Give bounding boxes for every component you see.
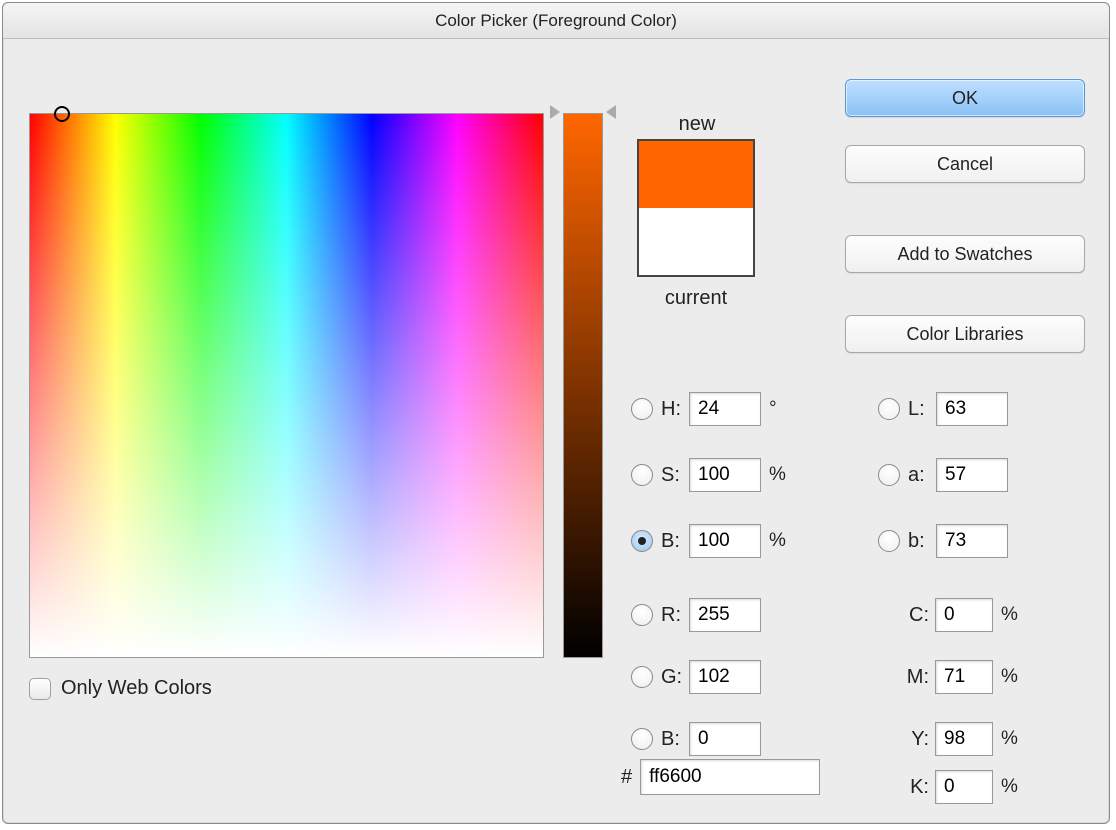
hue-unit: ° — [769, 398, 777, 420]
color-picker-dialog: Color Picker (Foreground Color) new curr… — [2, 2, 1110, 824]
only-web-colors-checkbox[interactable] — [29, 678, 51, 700]
black-input[interactable]: 0 — [935, 770, 993, 804]
hue-label: H: — [661, 398, 689, 421]
lab-l-radio[interactable] — [878, 398, 900, 420]
lab-a-radio[interactable] — [878, 464, 900, 486]
hex-input[interactable]: ff6600 — [640, 759, 820, 795]
brightness-input[interactable]: 100 — [689, 524, 761, 558]
yellow-row: Y: 98 % — [903, 719, 1018, 759]
hue-input[interactable]: 24 — [689, 392, 761, 426]
lab-b-row: b: 73 — [878, 521, 1008, 561]
saturation-row: S: 100 % — [631, 455, 786, 495]
lab-l-input[interactable]: 63 — [936, 392, 1008, 426]
cyan-input[interactable]: 0 — [935, 598, 993, 632]
hex-row: # ff6600 — [621, 759, 820, 795]
only-web-colors-label: Only Web Colors — [61, 677, 212, 700]
blue-radio[interactable] — [631, 728, 653, 750]
strip-indicator-left-icon — [550, 105, 560, 119]
brightness-label: B: — [661, 530, 689, 553]
cyan-unit: % — [1001, 604, 1018, 626]
lab-b-radio[interactable] — [878, 530, 900, 552]
brightness-strip[interactable] — [563, 113, 603, 658]
cyan-label: C: — [903, 604, 935, 627]
color-libraries-button[interactable]: Color Libraries — [845, 315, 1085, 353]
lab-a-row: a: 57 — [878, 455, 1008, 495]
green-radio[interactable] — [631, 666, 653, 688]
magenta-input[interactable]: 71 — [935, 660, 993, 694]
green-input[interactable]: 102 — [689, 660, 761, 694]
yellow-label: Y: — [903, 728, 935, 751]
current-color-label: current — [631, 287, 761, 310]
cyan-row: C: 0 % — [903, 595, 1018, 635]
strip-indicator-right-icon — [606, 105, 616, 119]
saturation-unit: % — [769, 464, 786, 486]
only-web-colors-row: Only Web Colors — [29, 677, 212, 700]
black-row: K: 0 % — [903, 767, 1018, 807]
saturation-input[interactable]: 100 — [689, 458, 761, 492]
lab-l-label: L: — [908, 398, 936, 421]
hue-radio[interactable] — [631, 398, 653, 420]
lab-a-label: a: — [908, 464, 936, 487]
color-preview — [637, 139, 755, 277]
brightness-row: B: 100 % — [631, 521, 786, 561]
brightness-unit: % — [769, 530, 786, 552]
red-label: R: — [661, 604, 689, 627]
red-radio[interactable] — [631, 604, 653, 626]
add-to-swatches-button[interactable]: Add to Swatches — [845, 235, 1085, 273]
red-input[interactable]: 255 — [689, 598, 761, 632]
yellow-input[interactable]: 98 — [935, 722, 993, 756]
blue-input[interactable]: 0 — [689, 722, 761, 756]
red-row: R: 255 — [631, 595, 761, 635]
black-label: K: — [903, 776, 935, 799]
window-title: Color Picker (Foreground Color) — [3, 3, 1109, 39]
dialog-content: new current OK Cancel Add to Swatches Co… — [3, 39, 1109, 823]
magenta-row: M: 71 % — [903, 657, 1018, 697]
lab-b-input[interactable]: 73 — [936, 524, 1008, 558]
saturation-label: S: — [661, 464, 689, 487]
magenta-unit: % — [1001, 666, 1018, 688]
hue-row: H: 24 ° — [631, 389, 777, 429]
lab-b-label: b: — [908, 530, 936, 553]
color-field-sat-layer — [30, 114, 543, 657]
hex-hash-label: # — [621, 766, 632, 789]
current-color-swatch[interactable] — [639, 208, 753, 275]
blue-row: B: 0 — [631, 719, 761, 759]
green-row: G: 102 — [631, 657, 761, 697]
lab-l-row: L: 63 — [878, 389, 1008, 429]
brightness-radio[interactable] — [631, 530, 653, 552]
ok-button[interactable]: OK — [845, 79, 1085, 117]
color-field[interactable] — [29, 113, 544, 658]
magenta-label: M: — [903, 666, 935, 689]
new-color-swatch[interactable] — [639, 141, 753, 208]
green-label: G: — [661, 666, 689, 689]
black-unit: % — [1001, 776, 1018, 798]
yellow-unit: % — [1001, 728, 1018, 750]
cancel-button[interactable]: Cancel — [845, 145, 1085, 183]
blue-label: B: — [661, 728, 689, 751]
radio-dot-icon — [638, 537, 646, 545]
lab-a-input[interactable]: 57 — [936, 458, 1008, 492]
saturation-radio[interactable] — [631, 464, 653, 486]
new-color-label: new — [637, 113, 757, 136]
